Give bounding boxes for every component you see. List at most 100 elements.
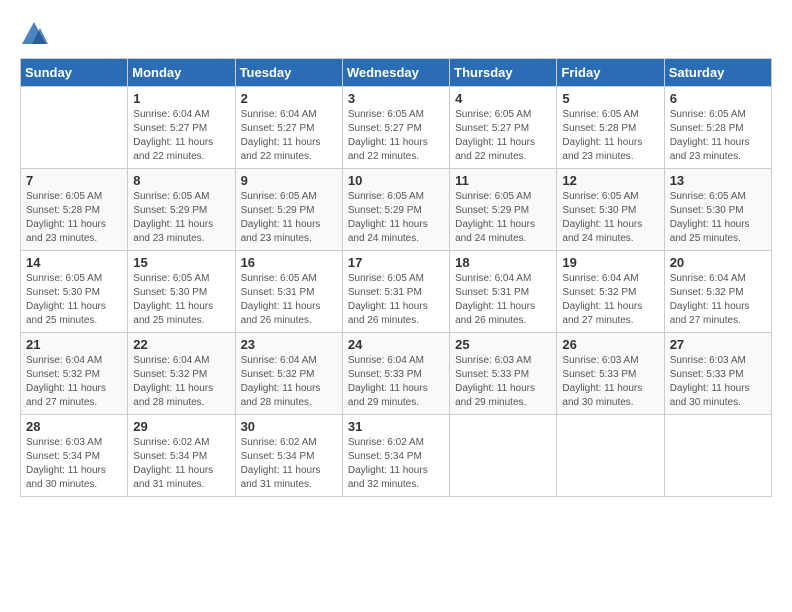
day-number: 11: [455, 173, 551, 188]
calendar-cell: 21 Sunrise: 6:04 AM Sunset: 5:32 PM Dayli…: [21, 333, 128, 415]
calendar-cell: 16 Sunrise: 6:05 AM Sunset: 5:31 PM Dayli…: [235, 251, 342, 333]
header: [20, 20, 772, 48]
calendar-cell: 1 Sunrise: 6:04 AM Sunset: 5:27 PM Daylig…: [128, 87, 235, 169]
day-number: 23: [241, 337, 337, 352]
calendar-cell: 15 Sunrise: 6:05 AM Sunset: 5:30 PM Dayli…: [128, 251, 235, 333]
day-info: Sunrise: 6:05 AM Sunset: 5:28 PM Dayligh…: [562, 108, 658, 164]
day-info: Sunrise: 6:04 AM Sunset: 5:31 PM Dayligh…: [455, 272, 551, 328]
day-info: Sunrise: 6:03 AM Sunset: 5:33 PM Dayligh…: [670, 354, 766, 410]
header-friday: Friday: [557, 59, 664, 87]
day-info: Sunrise: 6:03 AM Sunset: 5:34 PM Dayligh…: [26, 436, 122, 492]
day-number: 13: [670, 173, 766, 188]
day-info: Sunrise: 6:04 AM Sunset: 5:33 PM Dayligh…: [348, 354, 444, 410]
day-info: Sunrise: 6:05 AM Sunset: 5:30 PM Dayligh…: [670, 190, 766, 246]
calendar-cell: 28 Sunrise: 6:03 AM Sunset: 5:34 PM Dayli…: [21, 415, 128, 497]
day-info: Sunrise: 6:05 AM Sunset: 5:28 PM Dayligh…: [670, 108, 766, 164]
day-info: Sunrise: 6:04 AM Sunset: 5:32 PM Dayligh…: [241, 354, 337, 410]
calendar-cell: 20 Sunrise: 6:04 AM Sunset: 5:32 PM Dayli…: [664, 251, 771, 333]
day-number: 5: [562, 91, 658, 106]
calendar-cell: 27 Sunrise: 6:03 AM Sunset: 5:33 PM Dayli…: [664, 333, 771, 415]
day-info: Sunrise: 6:04 AM Sunset: 5:27 PM Dayligh…: [133, 108, 229, 164]
day-info: Sunrise: 6:05 AM Sunset: 5:28 PM Dayligh…: [26, 190, 122, 246]
day-info: Sunrise: 6:05 AM Sunset: 5:29 PM Dayligh…: [133, 190, 229, 246]
day-number: 22: [133, 337, 229, 352]
day-info: Sunrise: 6:05 AM Sunset: 5:29 PM Dayligh…: [348, 190, 444, 246]
day-info: Sunrise: 6:05 AM Sunset: 5:27 PM Dayligh…: [348, 108, 444, 164]
day-number: 10: [348, 173, 444, 188]
day-number: 31: [348, 419, 444, 434]
calendar-cell: 17Sunrise: 6:05 AM Sunset: 5:31 PM Dayli…: [342, 251, 449, 333]
calendar-week-2: 7 Sunrise: 6:05 AM Sunset: 5:28 PM Daylig…: [21, 169, 772, 251]
day-number: 25: [455, 337, 551, 352]
header-tuesday: Tuesday: [235, 59, 342, 87]
calendar-cell: [450, 415, 557, 497]
day-info: Sunrise: 6:05 AM Sunset: 5:30 PM Dayligh…: [562, 190, 658, 246]
calendar-week-1: 1 Sunrise: 6:04 AM Sunset: 5:27 PM Daylig…: [21, 87, 772, 169]
calendar-week-4: 21 Sunrise: 6:04 AM Sunset: 5:32 PM Dayli…: [21, 333, 772, 415]
day-number: 18: [455, 255, 551, 270]
calendar-cell: 29 Sunrise: 6:02 AM Sunset: 5:34 PM Dayli…: [128, 415, 235, 497]
day-number: 14: [26, 255, 122, 270]
calendar-cell: 5 Sunrise: 6:05 AM Sunset: 5:28 PM Daylig…: [557, 87, 664, 169]
day-info: Sunrise: 6:05 AM Sunset: 5:30 PM Dayligh…: [133, 272, 229, 328]
calendar-cell: 25 Sunrise: 6:03 AM Sunset: 5:33 PM Dayli…: [450, 333, 557, 415]
day-info: Sunrise: 6:03 AM Sunset: 5:33 PM Dayligh…: [455, 354, 551, 410]
day-number: 16: [241, 255, 337, 270]
calendar-cell: 14Sunrise: 6:05 AM Sunset: 5:30 PM Dayli…: [21, 251, 128, 333]
day-info: Sunrise: 6:02 AM Sunset: 5:34 PM Dayligh…: [133, 436, 229, 492]
calendar-cell: 19 Sunrise: 6:04 AM Sunset: 5:32 PM Dayli…: [557, 251, 664, 333]
day-info: Sunrise: 6:05 AM Sunset: 5:31 PM Dayligh…: [241, 272, 337, 328]
day-info: Sunrise: 6:05 AM Sunset: 5:31 PM Dayligh…: [348, 272, 444, 328]
header-sunday: Sunday: [21, 59, 128, 87]
day-number: 24: [348, 337, 444, 352]
day-number: 26: [562, 337, 658, 352]
calendar-cell: 31Sunrise: 6:02 AM Sunset: 5:34 PM Dayli…: [342, 415, 449, 497]
calendar-cell: [557, 415, 664, 497]
calendar-cell: 9Sunrise: 6:05 AM Sunset: 5:29 PM Daylig…: [235, 169, 342, 251]
day-number: 21: [26, 337, 122, 352]
calendar-cell: 4Sunrise: 6:05 AM Sunset: 5:27 PM Daylig…: [450, 87, 557, 169]
calendar-cell: 18 Sunrise: 6:04 AM Sunset: 5:31 PM Dayli…: [450, 251, 557, 333]
day-number: 7: [26, 173, 122, 188]
day-info: Sunrise: 6:02 AM Sunset: 5:34 PM Dayligh…: [241, 436, 337, 492]
calendar-week-3: 14 Sunrise: 6:05 AM Sunset: 5:30 PM Dayli…: [21, 251, 772, 333]
header-monday: Monday: [128, 59, 235, 87]
header-wednesday: Wednesday: [342, 59, 449, 87]
header-saturday: Saturday: [664, 59, 771, 87]
logo-icon: [20, 20, 48, 48]
day-number: 3: [348, 91, 444, 106]
day-number: 15: [133, 255, 229, 270]
day-number: 29: [133, 419, 229, 434]
day-info: Sunrise: 6:04 AM Sunset: 5:27 PM Dayligh…: [241, 108, 337, 164]
calendar-table: SundayMondayTuesdayWednesdayThursdayFrid…: [20, 58, 772, 497]
calendar-cell: 23 Sunrise: 6:04 AM Sunset: 5:32 PM Dayli…: [235, 333, 342, 415]
calendar-cell: [664, 415, 771, 497]
calendar-cell: 12 Sunrise: 6:05 AM Sunset: 5:30 PM Dayli…: [557, 169, 664, 251]
day-number: 20: [670, 255, 766, 270]
day-number: 4: [455, 91, 551, 106]
calendar-cell: 2 Sunrise: 6:04 AM Sunset: 5:27 PM Daylig…: [235, 87, 342, 169]
day-info: Sunrise: 6:04 AM Sunset: 5:32 PM Dayligh…: [26, 354, 122, 410]
calendar-cell: 30 Sunrise: 6:02 AM Sunset: 5:34 PM Dayli…: [235, 415, 342, 497]
calendar-cell: 13 Sunrise: 6:05 AM Sunset: 5:30 PM Dayli…: [664, 169, 771, 251]
calendar-cell: 6 Sunrise: 6:05 AM Sunset: 5:28 PM Daylig…: [664, 87, 771, 169]
day-number: 28: [26, 419, 122, 434]
calendar-cell: 24 Sunrise: 6:04 AM Sunset: 5:33 PM Dayli…: [342, 333, 449, 415]
day-number: 8: [133, 173, 229, 188]
day-info: Sunrise: 6:04 AM Sunset: 5:32 PM Dayligh…: [562, 272, 658, 328]
calendar-cell: 3 Sunrise: 6:05 AM Sunset: 5:27 PM Daylig…: [342, 87, 449, 169]
day-number: 2: [241, 91, 337, 106]
day-number: 30: [241, 419, 337, 434]
calendar-cell: [21, 87, 128, 169]
calendar-cell: 10 Sunrise: 6:05 AM Sunset: 5:29 PM Dayli…: [342, 169, 449, 251]
calendar-week-5: 28 Sunrise: 6:03 AM Sunset: 5:34 PM Dayli…: [21, 415, 772, 497]
calendar-cell: 22Sunrise: 6:04 AM Sunset: 5:32 PM Dayli…: [128, 333, 235, 415]
day-number: 6: [670, 91, 766, 106]
day-number: 1: [133, 91, 229, 106]
day-number: 27: [670, 337, 766, 352]
day-info: Sunrise: 6:03 AM Sunset: 5:33 PM Dayligh…: [562, 354, 658, 410]
day-number: 19: [562, 255, 658, 270]
day-info: Sunrise: 6:04 AM Sunset: 5:32 PM Dayligh…: [670, 272, 766, 328]
day-number: 12: [562, 173, 658, 188]
calendar-cell: 26 Sunrise: 6:03 AM Sunset: 5:33 PM Dayli…: [557, 333, 664, 415]
